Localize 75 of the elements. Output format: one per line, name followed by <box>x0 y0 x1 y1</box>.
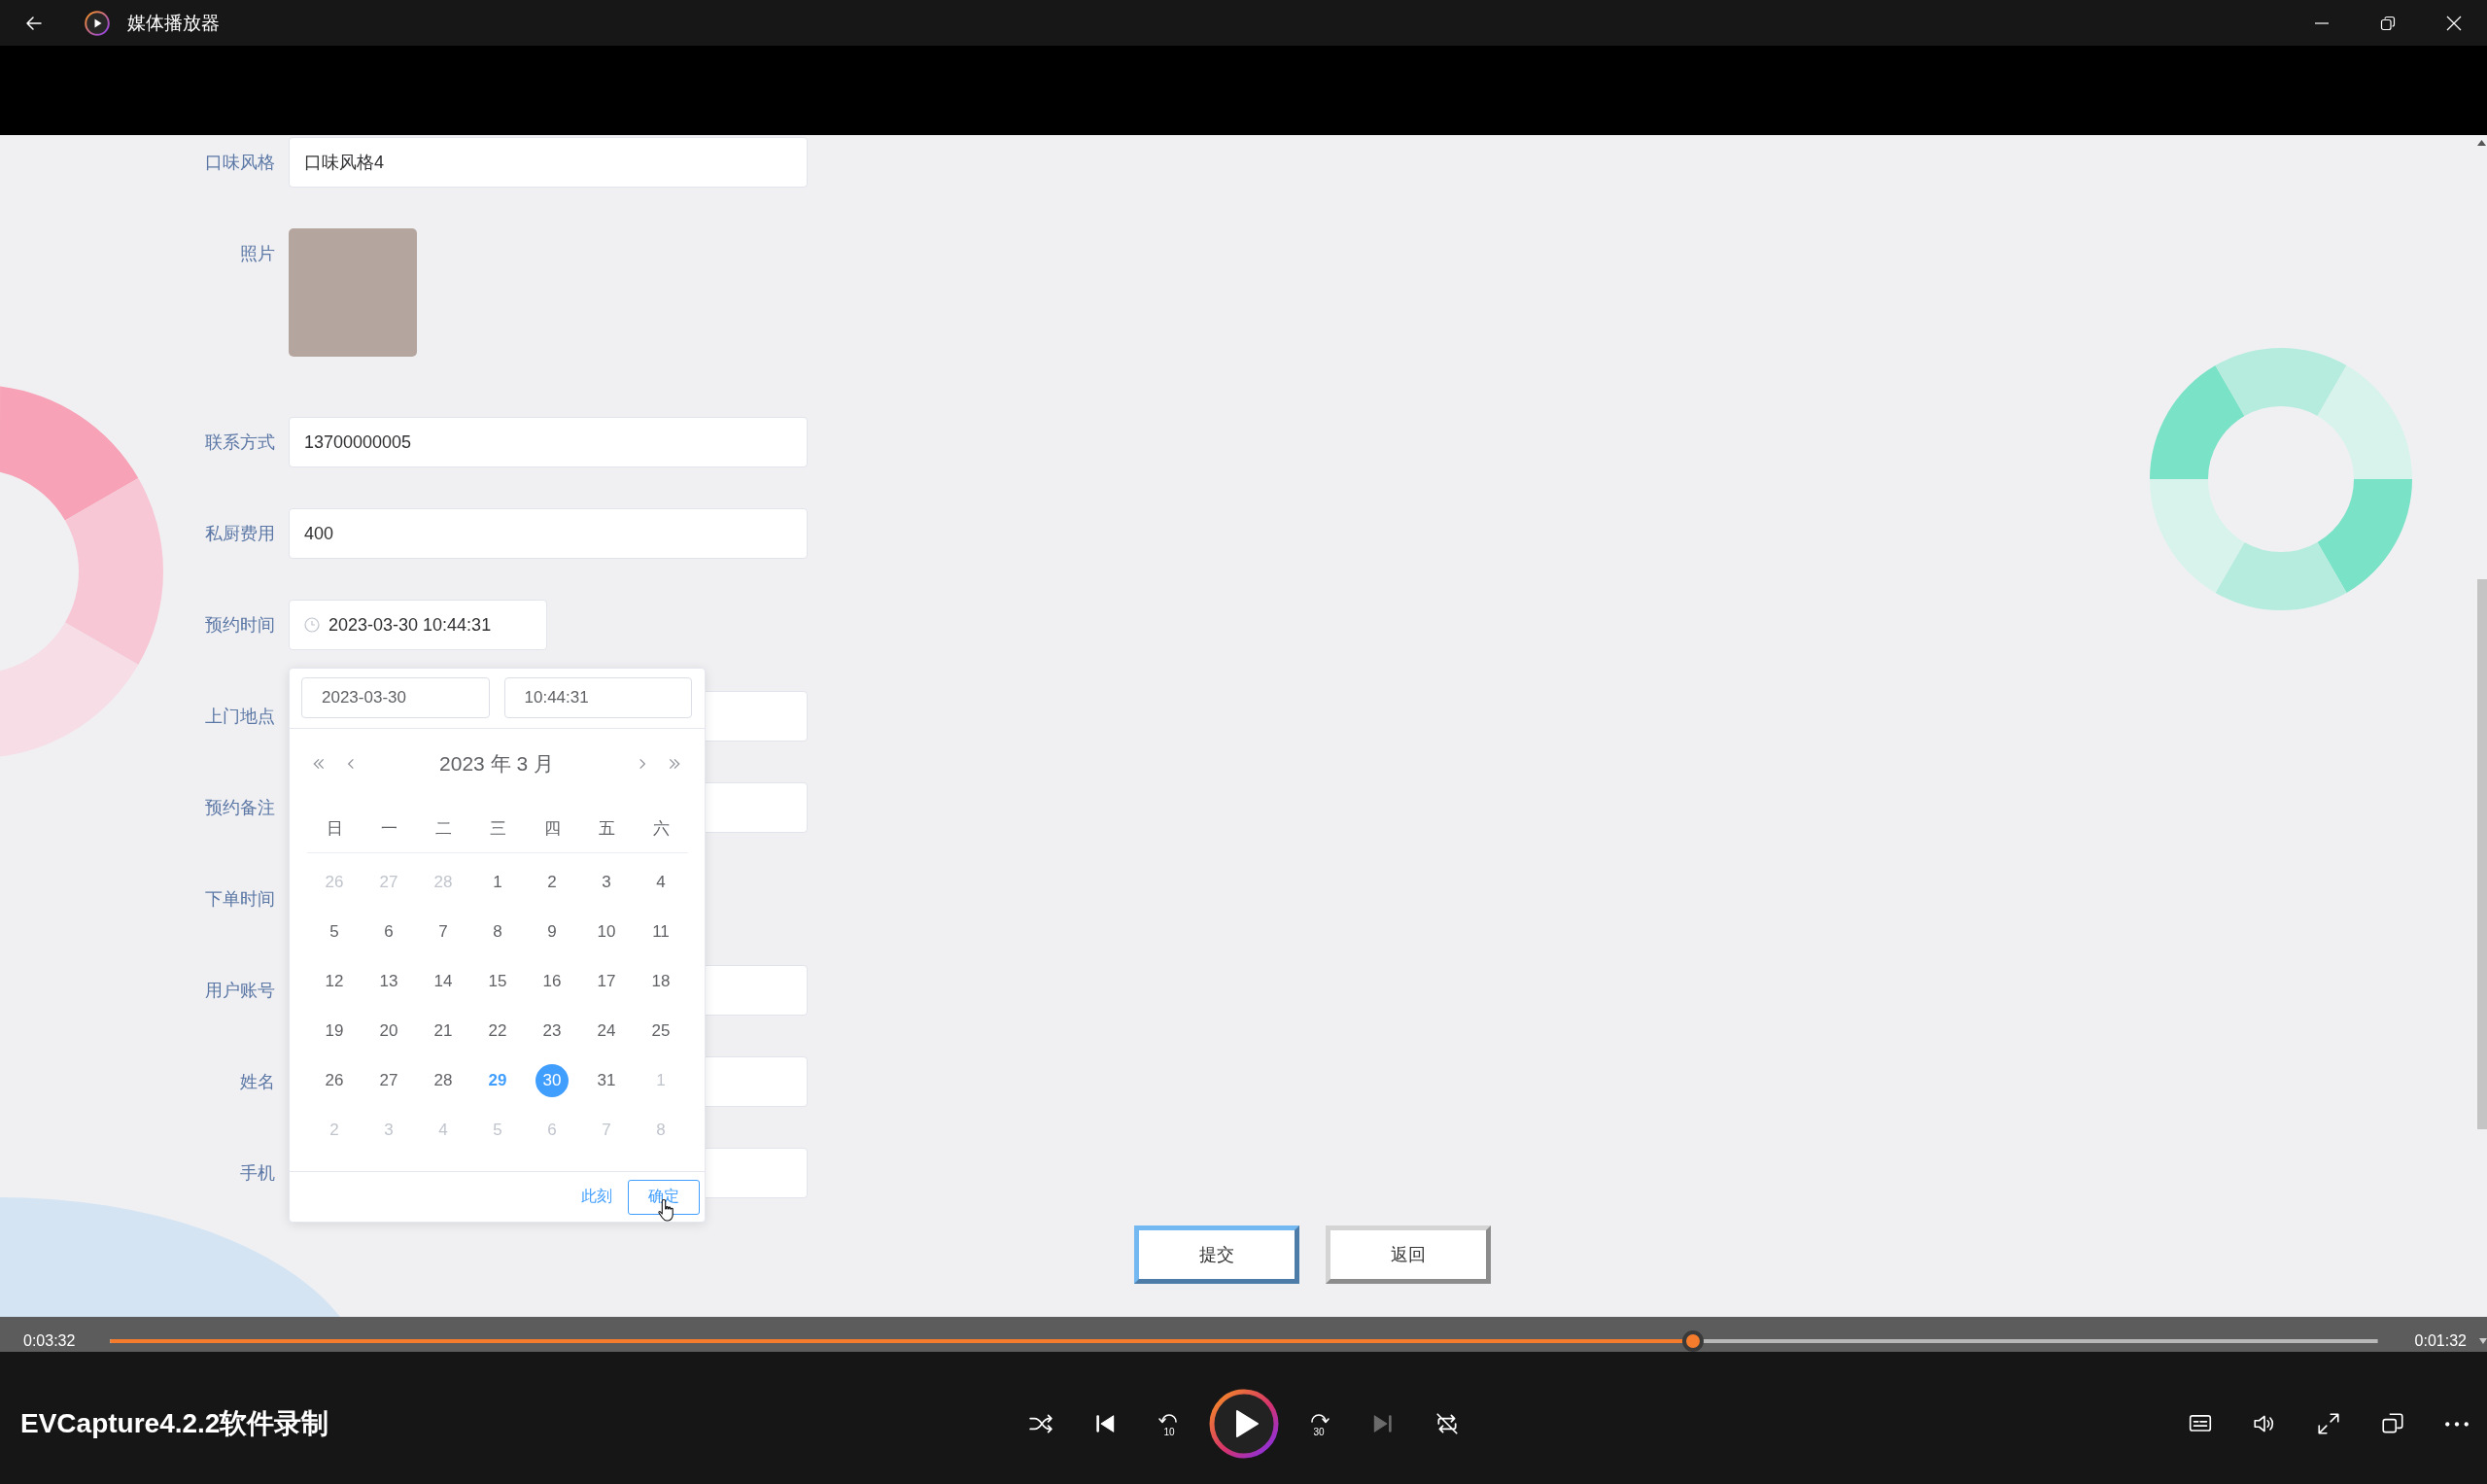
back-button[interactable]: 返回 <box>1326 1225 1491 1284</box>
calendar-day[interactable]: 19 <box>318 1014 351 1048</box>
fullscreen-icon[interactable] <box>2316 1411 2341 1436</box>
more-icon[interactable] <box>2444 1420 2470 1428</box>
double-chevron-right-icon[interactable] <box>668 757 681 771</box>
remaining-time: 0:01:32 <box>2414 1332 2467 1350</box>
weekday-label: 四 <box>543 817 561 840</box>
weekday-label: 日 <box>326 817 343 840</box>
text-field[interactable]: 13700000005 <box>289 417 808 467</box>
shuffle-icon[interactable] <box>1027 1411 1054 1436</box>
time-input[interactable]: 10:44:31 <box>503 677 692 718</box>
caret-icon[interactable] <box>2479 1338 2487 1344</box>
calendar-day[interactable]: 25 <box>644 1014 677 1048</box>
weekday-label: 五 <box>598 817 615 840</box>
calendar-day[interactable]: 17 <box>590 964 623 998</box>
repeat-off-icon[interactable] <box>1433 1411 1460 1436</box>
field-label: 私厨费用 <box>205 523 275 545</box>
calendar-day[interactable]: 10 <box>590 915 623 949</box>
date-input[interactable]: 2023-03-30 <box>301 677 490 718</box>
elapsed-time: 0:03:32 <box>23 1332 76 1350</box>
field-label: 上门地点 <box>205 706 275 728</box>
calendar-day[interactable]: 7 <box>427 915 460 949</box>
calendar-day[interactable]: 12 <box>318 964 351 998</box>
scroll-up-icon[interactable] <box>2477 140 2486 146</box>
play-logo-icon <box>85 10 110 36</box>
calendar-day[interactable]: 8 <box>481 915 514 949</box>
calendar-day[interactable]: 5 <box>318 915 351 949</box>
field-label: 照片 <box>240 243 275 265</box>
close-icon[interactable] <box>2446 15 2462 31</box>
field-label: 姓名 <box>240 1071 275 1093</box>
calendar-day[interactable]: 13 <box>372 964 405 998</box>
progress-thumb[interactable] <box>1681 1330 1704 1352</box>
field-label: 联系方式 <box>205 431 275 454</box>
clock-icon <box>304 617 320 633</box>
calendar-day[interactable]: 31 <box>590 1063 623 1097</box>
calendar-day[interactable]: 18 <box>644 964 677 998</box>
field-label: 预约备注 <box>205 797 275 819</box>
double-chevron-left-icon[interactable] <box>312 757 326 771</box>
calendar-day[interactable]: 27 <box>372 1063 405 1097</box>
calendar-day[interactable]: 1 <box>481 865 514 899</box>
calendar-day[interactable]: 15 <box>481 964 514 998</box>
calendar-day[interactable]: 11 <box>644 915 677 949</box>
month-title: 2023 年 3 月 <box>439 751 554 777</box>
calendar-day[interactable]: 23 <box>535 1014 569 1048</box>
field-label: 手机 <box>240 1162 275 1185</box>
weekday-label: 三 <box>489 817 506 840</box>
weekday-label: 二 <box>434 817 452 840</box>
media-title: EVCapture4.2.2软件录制 <box>20 1408 329 1438</box>
calendar-day[interactable]: 2 <box>535 865 569 899</box>
weekday-label: 一 <box>380 817 397 840</box>
calendar-day[interactable]: 4 <box>644 865 677 899</box>
scrollbar-thumb[interactable] <box>2477 579 2487 1129</box>
calendar-day[interactable]: 21 <box>427 1014 460 1048</box>
restore-icon[interactable] <box>2380 15 2396 31</box>
calendar-day[interactable]: 6 <box>372 915 405 949</box>
text-field[interactable]: 口味风格4 <box>289 137 808 188</box>
datetime-field[interactable]: 2023-03-30 10:44:31 <box>289 600 547 650</box>
calendar-day[interactable]: 14 <box>427 964 460 998</box>
weekday-label: 六 <box>652 817 670 840</box>
calendar-day[interactable]: 28 <box>427 1063 460 1097</box>
field-label: 口味风格 <box>205 152 275 174</box>
play-icon[interactable] <box>1208 1389 1279 1459</box>
field-label: 下单时间 <box>205 888 275 911</box>
calendar-day[interactable]: 16 <box>535 964 569 998</box>
text-field[interactable]: 400 <box>289 508 808 559</box>
field-label: 用户账号 <box>205 980 275 1002</box>
submit-button[interactable]: 提交 <box>1134 1225 1299 1284</box>
calendar-day[interactable]: 22 <box>481 1014 514 1048</box>
calendar-day[interactable]: 26 <box>318 1063 351 1097</box>
window-title: 媒体播放器 <box>127 11 220 35</box>
calendar-day[interactable]: 24 <box>590 1014 623 1048</box>
calendar-day[interactable]: 3 <box>590 865 623 899</box>
calendar-day[interactable]: 9 <box>535 915 569 949</box>
calendar-day[interactable]: 20 <box>372 1014 405 1048</box>
field-label: 预约时间 <box>205 614 275 637</box>
